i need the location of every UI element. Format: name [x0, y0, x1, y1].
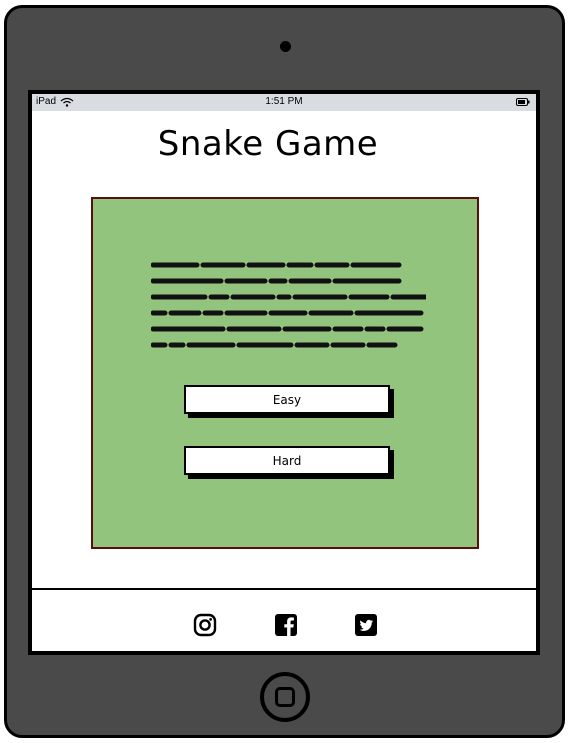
placeholder-text-scribble [151, 262, 426, 348]
facebook-icon[interactable] [274, 613, 298, 637]
hard-button[interactable]: Hard [184, 446, 390, 475]
battery-icon [516, 98, 530, 106]
status-time: 1:51 PM [265, 96, 303, 107]
footer-divider [32, 588, 536, 590]
easy-button[interactable]: Easy [184, 385, 390, 414]
game-menu-panel: Easy Hard [91, 197, 479, 549]
home-button-square-icon [275, 687, 295, 707]
instagram-icon[interactable] [193, 613, 217, 637]
status-bar: iPad 1:51 PM [32, 94, 536, 111]
twitter-icon[interactable] [354, 613, 378, 637]
ipad-screen: iPad 1:51 PM Snake Game Easy Hard [28, 90, 540, 655]
page-title: Snake Game [157, 124, 379, 164]
camera-dot [280, 41, 291, 52]
home-button[interactable] [260, 672, 310, 722]
